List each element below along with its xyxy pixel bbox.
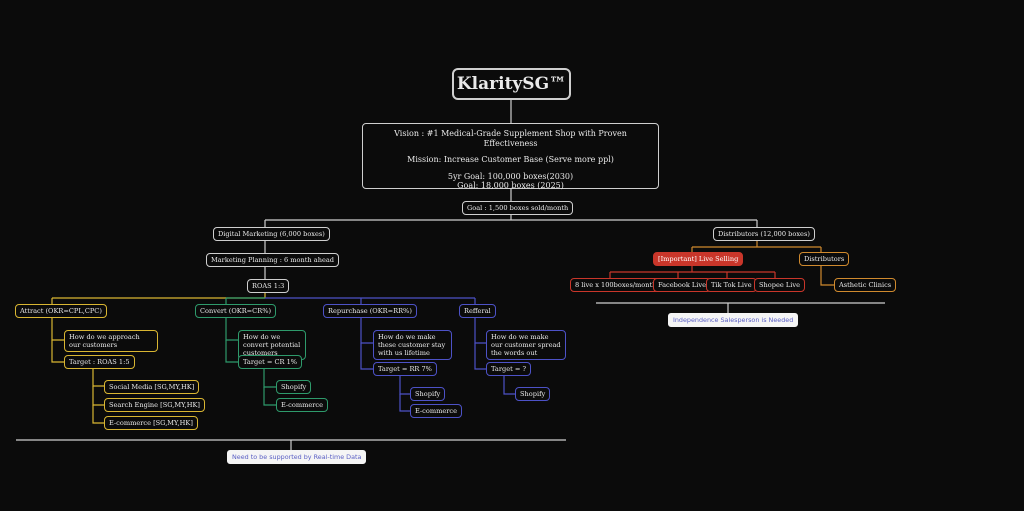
vision-text: Vision : #1 Medical-Grade Supplement Sho… bbox=[394, 129, 627, 148]
attract-target-node: Target : ROAS 1:5 bbox=[64, 355, 135, 369]
attract-node: Attract (OKR=CPL,CPC) bbox=[15, 304, 107, 318]
distributors-note: Independence Salesperson is Needed bbox=[668, 313, 799, 327]
digital-marketing-node: Digital Marketing (6,000 boxes) bbox=[213, 227, 330, 241]
annual-goal-text: Goal: 18,000 boxes (2025) bbox=[457, 181, 564, 190]
referral-channel-shopify: Shopify bbox=[515, 387, 551, 401]
repurchase-channel-shopify: Shopify bbox=[410, 387, 446, 401]
convert-node: Convert (OKR=CR%) bbox=[195, 304, 277, 318]
live-channel-shopee: Shopee Live bbox=[754, 278, 805, 292]
repurchase-channel-ecommerce: E-commerce bbox=[410, 404, 462, 418]
monthly-goal-node: Goal : 1,500 boxes sold/month bbox=[462, 201, 574, 215]
live-channel-facebook: Facebook Live bbox=[653, 278, 712, 292]
marketing-planning-node: Marketing Planning : 6 month ahead bbox=[206, 253, 339, 267]
convert-target-node: Target = CR 1% bbox=[238, 355, 303, 369]
referral-question-node: How do we make our customer spread the w… bbox=[486, 330, 566, 360]
referral-node: Refferal bbox=[459, 304, 496, 318]
repurchase-node: Repurchase (OKR=RR%) bbox=[323, 304, 417, 318]
attract-channel-search: Search Engine [SG,MY,HK] bbox=[104, 398, 205, 412]
attract-channel-social: Social Media [SG,MY,HK] bbox=[104, 380, 200, 394]
live-channel-tiktok: Tik Tok Live bbox=[706, 278, 757, 292]
digital-note: Need to be supported by Real-time Data bbox=[227, 450, 367, 464]
live-selling-node: [Important] Live Selling bbox=[653, 252, 744, 266]
attract-channel-ecommerce: E-commerce [SG,MY,HK] bbox=[104, 416, 198, 430]
repurchase-target-node: Target = RR 7% bbox=[373, 362, 437, 376]
repurchase-question-node: How do we make these customer stay with … bbox=[373, 330, 452, 360]
convert-channel-shopify: Shopify bbox=[276, 380, 312, 394]
referral-target-node: Target = ? bbox=[486, 362, 531, 376]
distributors-sub-node: Distributors bbox=[799, 252, 850, 266]
five-year-goal-text: 5yr Goal: 100,000 boxes(2030) bbox=[447, 171, 574, 181]
vision-mission-node: Vision : #1 Medical-Grade Supplement Sho… bbox=[362, 123, 659, 190]
live-channel-monthly: 8 live x 100boxes/month bbox=[570, 278, 662, 292]
attract-question-node: How do we approach our customers bbox=[64, 330, 158, 352]
convert-channel-ecommerce: E-commerce bbox=[276, 398, 328, 412]
distributors-node: Distributors (12,000 boxes) bbox=[713, 227, 815, 241]
mission-text: Mission: Increase Customer Base (Serve m… bbox=[407, 155, 614, 164]
clinics-node: Asthetic Clinics bbox=[834, 278, 897, 292]
title-node: KlaritySG™ bbox=[452, 68, 571, 100]
roas-node: ROAS 1:3 bbox=[247, 279, 290, 293]
